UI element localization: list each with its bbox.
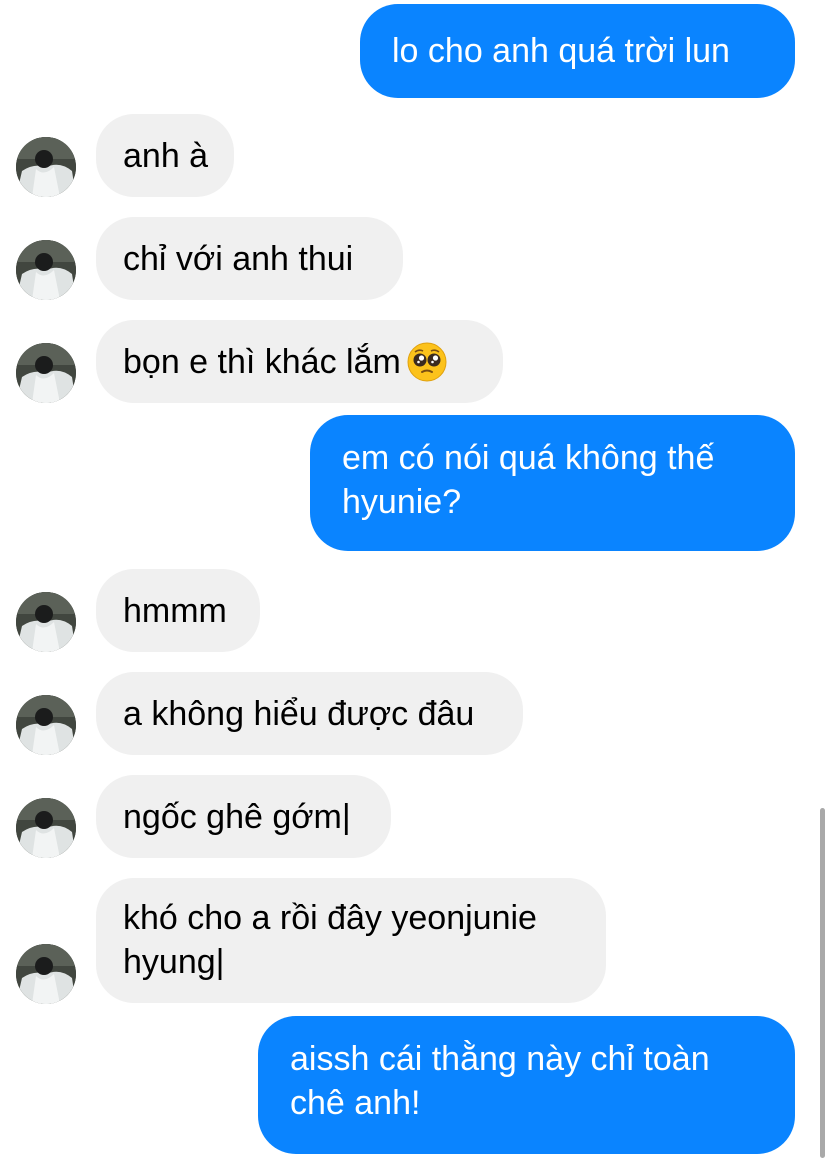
incoming-message-bubble[interactable]: anh à bbox=[96, 114, 234, 197]
contact-avatar-image bbox=[16, 137, 76, 197]
message-text: hmmm bbox=[123, 591, 227, 630]
contact-avatar[interactable] bbox=[16, 343, 76, 403]
contact-avatar-image bbox=[16, 240, 76, 300]
scrollbar[interactable] bbox=[820, 808, 825, 1158]
contact-avatar[interactable] bbox=[16, 798, 76, 858]
incoming-message-bubble[interactable]: khó cho a rồi đây yeonjunie hyung| bbox=[96, 878, 606, 1003]
contact-avatar-image bbox=[16, 695, 76, 755]
contact-avatar-image bbox=[16, 798, 76, 858]
message-text-line: chê anh! bbox=[290, 1084, 421, 1122]
message-text: lo cho anh quá trời lun bbox=[392, 32, 730, 70]
outgoing-message-bubble[interactable]: aissh cái thằng này chỉ toàn chê anh! bbox=[258, 1016, 795, 1154]
incoming-message-bubble[interactable]: bọn e thì khác lắm bbox=[96, 320, 503, 403]
message-text-line: aissh cái thằng này chỉ toàn bbox=[290, 1040, 710, 1078]
contact-avatar[interactable] bbox=[16, 137, 76, 197]
contact-avatar[interactable] bbox=[16, 695, 76, 755]
outgoing-message-bubble[interactable]: lo cho anh quá trời lun bbox=[360, 4, 795, 98]
incoming-message-bubble[interactable]: hmmm bbox=[96, 569, 260, 652]
outgoing-message-bubble[interactable]: em có nói quá không thế hyunie? bbox=[310, 415, 795, 551]
contact-avatar[interactable] bbox=[16, 592, 76, 652]
message-text-line: em có nói quá không thế bbox=[342, 439, 715, 477]
contact-avatar[interactable] bbox=[16, 944, 76, 1004]
incoming-message-bubble[interactable]: chỉ với anh thui bbox=[96, 217, 403, 300]
message-text-line: hyung| bbox=[123, 943, 225, 981]
contact-avatar[interactable] bbox=[16, 240, 76, 300]
contact-avatar-image bbox=[16, 343, 76, 403]
contact-avatar-image bbox=[16, 592, 76, 652]
incoming-message-bubble[interactable]: a không hiểu được đâu bbox=[96, 672, 523, 755]
incoming-message-bubble[interactable]: ngốc ghê gớm| bbox=[96, 775, 391, 858]
contact-avatar-image bbox=[16, 944, 76, 1004]
message-text: bọn e thì khác lắm bbox=[123, 342, 401, 381]
message-text: ngốc ghê gớm| bbox=[123, 797, 351, 836]
message-text: chỉ với anh thui bbox=[123, 239, 354, 278]
message-text: anh à bbox=[123, 136, 209, 175]
message-text: a không hiểu được đâu bbox=[123, 694, 475, 733]
pleading-face-icon bbox=[407, 342, 447, 382]
message-text-line: khó cho a rồi đây yeonjunie bbox=[123, 899, 537, 937]
message-text-line: hyunie? bbox=[342, 483, 462, 521]
